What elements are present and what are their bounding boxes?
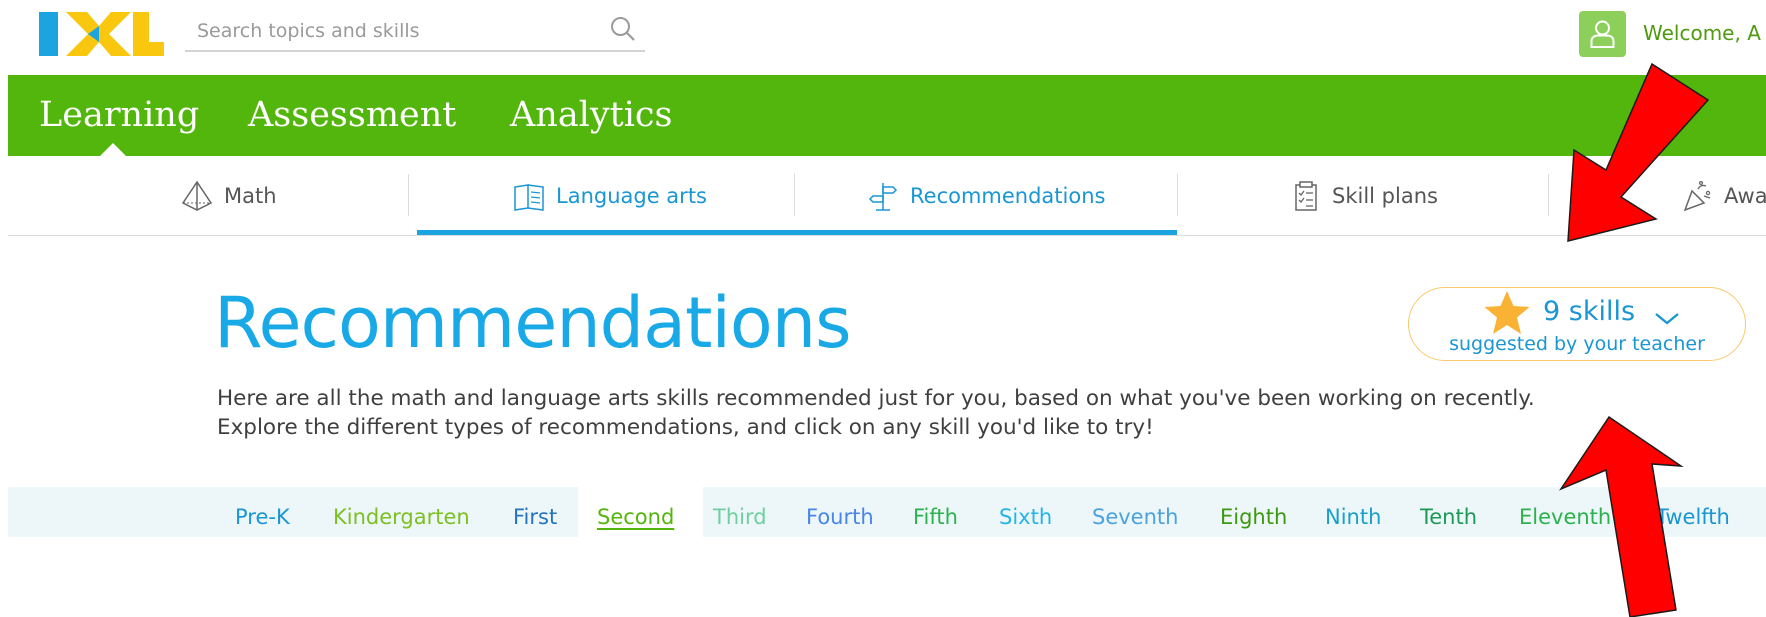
grade-first[interactable]: First bbox=[513, 505, 557, 529]
subject-nav: Math Language arts Recommendations Skill… bbox=[8, 156, 1766, 236]
grade-ninth[interactable]: Ninth bbox=[1325, 505, 1381, 529]
grade-third[interactable]: Third bbox=[713, 505, 767, 529]
intro-line-2: Explore the different types of recommend… bbox=[217, 415, 1154, 440]
search-input[interactable] bbox=[195, 16, 599, 46]
grade-fourth[interactable]: Fourth bbox=[806, 505, 874, 529]
subnav-item-recommendations[interactable]: Recommendations bbox=[866, 156, 1105, 236]
subnav-label-skill-plans: Skill plans bbox=[1332, 184, 1438, 208]
ixl-logo[interactable] bbox=[39, 12, 164, 56]
grade-twelfth[interactable]: Twelfth bbox=[1656, 505, 1730, 529]
page-title: Recommendations bbox=[214, 282, 852, 364]
avatar[interactable] bbox=[1579, 11, 1626, 57]
suggested-skills-count: 9 skills bbox=[1543, 296, 1636, 327]
pyramid-icon bbox=[181, 180, 213, 211]
active-subnav-underline bbox=[417, 230, 1177, 235]
subnav-label-recommendations: Recommendations bbox=[910, 184, 1106, 208]
grade-eleventh[interactable]: Eleventh bbox=[1519, 505, 1611, 529]
divider bbox=[1548, 174, 1549, 216]
subnav-label-math: Math bbox=[224, 184, 277, 208]
tab-learning[interactable]: Learning bbox=[39, 95, 199, 135]
signpost-icon bbox=[868, 183, 898, 211]
subnav-item-awards[interactable]: Awa bbox=[1680, 156, 1766, 236]
suggested-skills-button[interactable]: 9 skills suggested by your teacher bbox=[1408, 287, 1746, 361]
ixl-logo-mark bbox=[39, 12, 164, 56]
active-tab-caret bbox=[100, 143, 126, 156]
suggested-skills-subtitle: suggested by your teacher bbox=[1449, 333, 1705, 355]
book-icon bbox=[514, 184, 544, 211]
star-icon bbox=[1484, 291, 1530, 334]
tab-analytics[interactable]: Analytics bbox=[510, 95, 672, 135]
intro-line-1: Here are all the math and language arts … bbox=[217, 386, 1535, 411]
intro-text: Here are all the math and language arts … bbox=[217, 384, 1717, 442]
subnav-item-language-arts[interactable]: Language arts bbox=[512, 156, 707, 236]
checklist-icon bbox=[1295, 181, 1317, 211]
user-icon bbox=[1590, 20, 1615, 48]
grade-level-bar: Pre-K Kindergarten First Second Third Fo… bbox=[8, 487, 1766, 537]
search-icon[interactable] bbox=[609, 15, 637, 43]
subnav-label-awards: Awa bbox=[1724, 184, 1766, 208]
tab-assessment[interactable]: Assessment bbox=[248, 95, 456, 135]
main-nav: Learning Assessment Analytics bbox=[8, 75, 1766, 156]
grade-second[interactable]: Second bbox=[597, 505, 674, 529]
divider bbox=[408, 174, 409, 216]
grade-eighth[interactable]: Eighth bbox=[1220, 505, 1287, 529]
divider bbox=[1177, 174, 1178, 216]
subnav-item-math[interactable]: Math bbox=[180, 156, 277, 236]
grade-sixth[interactable]: Sixth bbox=[999, 505, 1052, 529]
grade-seventh[interactable]: Seventh bbox=[1092, 505, 1178, 529]
subnav-label-language-arts: Language arts bbox=[556, 184, 707, 208]
subnav-item-skill-plans[interactable]: Skill plans bbox=[1288, 156, 1438, 236]
party-popper-icon bbox=[1683, 180, 1711, 212]
welcome-text[interactable]: Welcome, A bbox=[1643, 21, 1761, 45]
grade-kindergarten[interactable]: Kindergarten bbox=[333, 505, 470, 529]
search-bar bbox=[185, 10, 645, 52]
chevron-down-icon bbox=[1655, 313, 1679, 325]
grade-fifth[interactable]: Fifth bbox=[913, 505, 958, 529]
grade-tenth[interactable]: Tenth bbox=[1420, 505, 1477, 529]
grade-pre-k[interactable]: Pre-K bbox=[235, 505, 290, 529]
divider bbox=[794, 174, 795, 216]
